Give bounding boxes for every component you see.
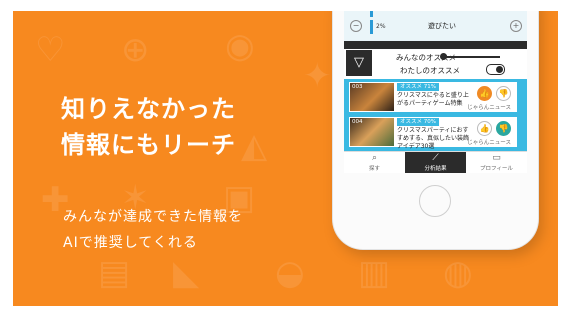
recommend-slider-thumb[interactable] — [440, 53, 447, 60]
minus-button[interactable]: − — [350, 20, 362, 32]
tab-label: 分析結果 — [424, 166, 447, 172]
card-rank: 004 — [352, 119, 363, 125]
my-recommend-toggle[interactable] — [486, 64, 505, 75]
subtext-line-1: みんなが達成できた情報を — [63, 209, 243, 225]
promo-banner: ♡ ⊕ ◉ ✦ ◭ ✚ ✶ ▣ ⊙ ◓ ▤ ◣ ◒ ▥ ◍ 知りえなかった 情報… — [13, 11, 558, 306]
tab-search[interactable]: ⌕ 探す — [344, 152, 405, 173]
progress-bar-upper — [370, 11, 373, 17]
card-source: じゃらんニュース — [467, 105, 511, 111]
recommend-badge: オススメ 70% — [397, 118, 439, 126]
subtext-line-2: AIで推奨してくれる — [63, 235, 198, 251]
card-source: じゃらんニュース — [467, 140, 511, 146]
headline: 知りえなかった 情報にもリーチ — [61, 91, 236, 163]
burger-icon: ◍ — [443, 253, 473, 293]
thumbs-up-icon[interactable]: 👍 — [477, 121, 492, 136]
tab-label: 探す — [368, 166, 380, 172]
progress-row: − 2% 遊びたい + — [344, 11, 527, 41]
toggle-knob — [496, 66, 503, 73]
tab-bar: ⌕ 探す ⟋ 分析結果 ▭ プロフィール — [344, 151, 527, 173]
card-title: クリスマスパーティにおすすめする、真似したい装飾アイデア30選 — [397, 127, 470, 150]
thumbs-down-icon[interactable]: 👎 — [496, 86, 511, 101]
tab-analysis[interactable]: ⟋ 分析結果 — [405, 152, 466, 173]
heart-icon: ♡ — [35, 30, 66, 70]
subtext: みんなが達成できた情報を AIで推奨してくれる — [63, 204, 243, 256]
thumbs-up-icon[interactable]: 👍 — [477, 86, 492, 101]
tab-profile[interactable]: ▭ プロフィール — [466, 152, 527, 173]
headline-line-2: 情報にもリーチ — [61, 131, 236, 159]
filter-icon[interactable]: ▽ — [346, 50, 372, 76]
recommend-slider-track[interactable] — [442, 56, 500, 58]
list-item[interactable]: 004 オススメ 70% クリスマスパーティにおすすめする、真似したい装飾アイデ… — [349, 117, 517, 150]
app-screen: − 2% 遊びたい + ▽ みんなのオススメ わたしのオススメ 003 オススメ… — [344, 11, 527, 173]
progress-bar — [370, 20, 373, 34]
recommend-badge: オススメ 71% — [397, 83, 439, 91]
plus-button[interactable]: + — [510, 20, 522, 32]
suitcase-icon: ▤ — [98, 253, 131, 293]
card-rank: 003 — [352, 84, 363, 90]
list-item[interactable]: 003 オススメ 71% クリスマスにやると盛り上がるパーティゲーム特集 👍 👎… — [349, 82, 517, 112]
wand-icon: ✦ — [303, 56, 332, 96]
headline-line-1: 知りえなかった — [61, 95, 236, 123]
my-recommend-label: わたしのオススメ — [400, 66, 460, 75]
profile-icon: ▭ — [492, 153, 501, 163]
progress-item-label: 遊びたい — [428, 22, 456, 30]
card-thumbnail: 003 — [350, 83, 394, 111]
plate-icon: ◒ — [275, 253, 305, 293]
map-pin-icon: ◉ — [225, 26, 255, 66]
card-title: クリスマスにやると盛り上がるパーティゲーム特集 — [397, 92, 469, 107]
filter-panel: ▽ みんなのオススメ わたしのオススメ — [344, 49, 527, 80]
card-thumbnail: 004 — [350, 118, 394, 146]
recommend-list: 003 オススメ 71% クリスマスにやると盛り上がるパーティゲーム特集 👍 👎… — [344, 79, 527, 151]
graph-icon: ⟋ — [432, 153, 439, 163]
phone-mockup: − 2% 遊びたい + ▽ みんなのオススメ わたしのオススメ 003 オススメ… — [333, 11, 538, 249]
search-icon: ⌕ — [371, 153, 378, 163]
clothing-icon: ▥ — [358, 253, 391, 293]
antenna-icon: ⊕ — [121, 30, 150, 70]
home-button[interactable] — [419, 185, 451, 217]
progress-percent: 2% — [376, 23, 386, 30]
tab-label: プロフィール — [480, 166, 513, 172]
cake-icon: ◭ — [241, 126, 268, 166]
thumbs-down-icon[interactable]: 👎 — [496, 121, 511, 136]
shoe-icon: ◣ — [173, 253, 200, 293]
divider-bar — [344, 41, 527, 49]
